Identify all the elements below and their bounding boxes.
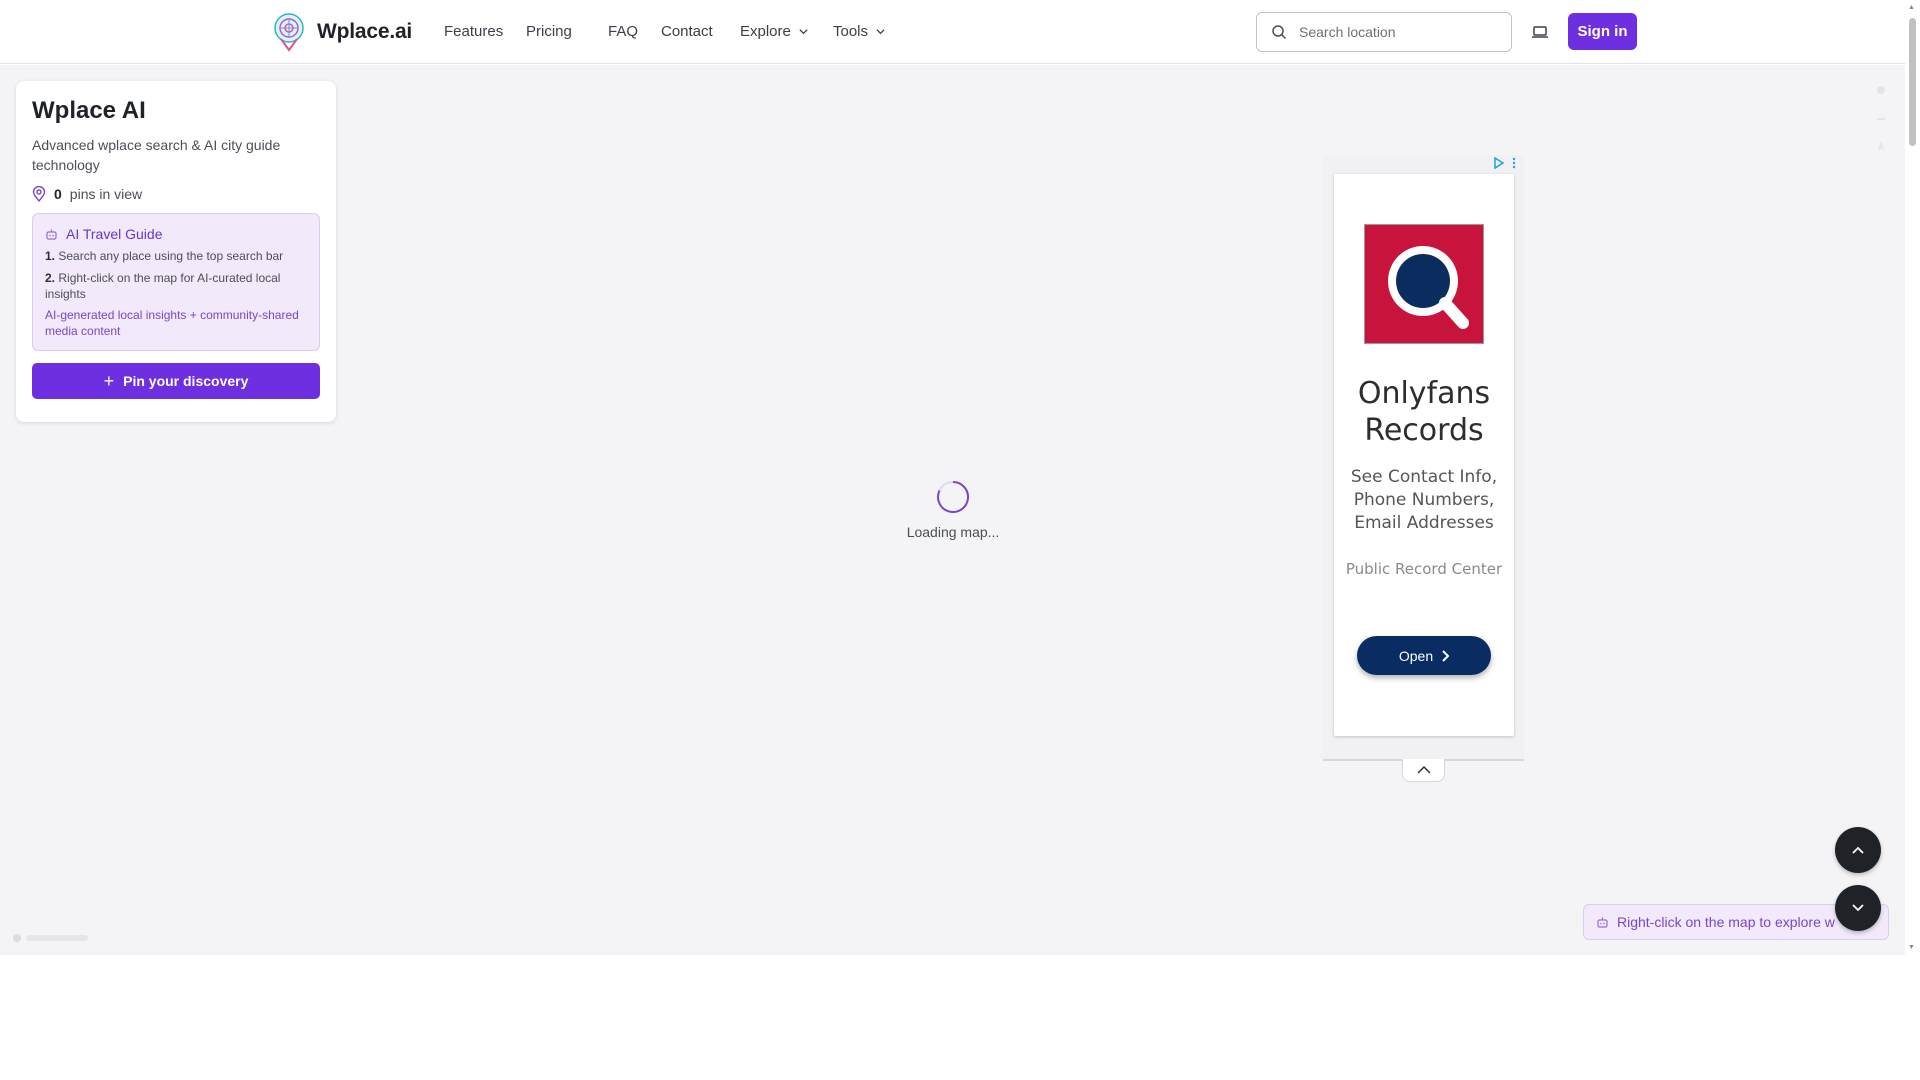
- robot-icon: [1597, 917, 1608, 928]
- search-input[interactable]: [1299, 24, 1489, 40]
- chevron-down-icon: [1852, 904, 1864, 912]
- scroll-up-button[interactable]: [1835, 827, 1881, 873]
- pins-count: 0: [54, 186, 62, 202]
- chevron-down-icon: [799, 29, 808, 35]
- pin-discovery-button[interactable]: + Pin your discovery: [32, 363, 320, 399]
- magnifier-logo-icon: [1388, 246, 1469, 329]
- guide-step-2-num: 2.: [45, 271, 56, 285]
- guide-step-1-text: Search any place using the top search ba…: [58, 249, 284, 263]
- nav-explore-label: Explore: [740, 23, 791, 40]
- logo-icon[interactable]: [271, 12, 307, 52]
- sign-in-button[interactable]: Sign in: [1568, 13, 1637, 50]
- plus-icon: +: [103, 370, 115, 391]
- ad-description: See Contact Info, Phone Numbers, Email A…: [1350, 467, 1498, 533]
- top-navbar: Wplace.ai Features Pricing FAQ Contact E…: [0, 0, 1905, 64]
- chevron-up-icon: [1852, 846, 1864, 854]
- nav-features[interactable]: Features: [444, 23, 526, 40]
- map-pin-icon: [32, 186, 46, 202]
- nav-tools-label: Tools: [833, 23, 869, 40]
- scroll-arrow-down[interactable]: ▼: [1908, 944, 1915, 951]
- scrollbar-thumb[interactable]: [1909, 18, 1916, 146]
- chevron-up-icon: [1416, 765, 1431, 774]
- nav-explore[interactable]: Explore: [740, 23, 833, 40]
- ad-title[interactable]: Onlyfans Records: [1334, 375, 1514, 449]
- laptop-icon[interactable]: [1530, 22, 1550, 42]
- ad-open-label: Open: [1398, 647, 1434, 664]
- nav-features-label: Features: [444, 23, 504, 40]
- nav-contact-label: Contact: [661, 23, 713, 40]
- nav-faq[interactable]: FAQ: [608, 23, 661, 40]
- nav-pricing[interactable]: Pricing: [526, 23, 608, 40]
- chevron-down-icon: [876, 29, 885, 35]
- ad-open-button[interactable]: Open: [1357, 636, 1491, 675]
- info-panel: Wplace AI Advanced wplace search & AI ci…: [16, 81, 336, 422]
- chevron-right-icon: [1442, 649, 1450, 662]
- scroll-arrow-up[interactable]: ▲: [1908, 4, 1915, 11]
- guide-step-2: 2. Right-click on the map for AI-curated…: [45, 270, 307, 302]
- guide-header: AI Travel Guide: [45, 226, 307, 242]
- zoom-out-icon[interactable]: [1875, 113, 1887, 125]
- loading-text: Loading map...: [906, 524, 1000, 540]
- nav-pricing-label: Pricing: [526, 23, 572, 40]
- ad-collapse-button[interactable]: [1402, 759, 1445, 782]
- guide-step-1: 1. Search any place using the top search…: [45, 248, 307, 264]
- scroll-down-button[interactable]: [1835, 885, 1881, 931]
- guide-step-1-num: 1.: [45, 249, 56, 263]
- main-nav: Features Pricing FAQ Contact Explore Too…: [444, 23, 886, 40]
- compass-icon[interactable]: [1875, 140, 1887, 152]
- nav-faq-label: FAQ: [608, 23, 639, 40]
- panel-description: Advanced wplace search & AI city guide t…: [32, 137, 281, 173]
- pins-counter: 0 pins in view: [32, 186, 320, 202]
- robot-icon: [46, 229, 57, 240]
- spinner-icon: [937, 481, 969, 513]
- ad-choices-icon[interactable]: [1492, 156, 1518, 170]
- guide-step-2-text: Right-click on the map for AI-curated lo…: [45, 271, 281, 301]
- panel-title: Wplace AI: [32, 97, 146, 124]
- location-search[interactable]: [1256, 12, 1512, 52]
- brand-name[interactable]: Wplace.ai: [317, 20, 412, 44]
- nav-tools[interactable]: Tools: [833, 23, 886, 40]
- pins-label: pins in view: [69, 186, 143, 202]
- ad-source: Public Record Center: [1345, 560, 1503, 578]
- ai-travel-guide-box: AI Travel Guide 1. Search any place usin…: [32, 213, 320, 351]
- hint-text: Right-click on the map to explore w: [1617, 914, 1835, 930]
- map-attribution: [13, 934, 88, 942]
- ad-logo[interactable]: [1364, 224, 1484, 344]
- guide-note: AI-generated local insights + community-…: [45, 308, 299, 338]
- pin-button-label: Pin your discovery: [123, 373, 249, 389]
- nav-contact[interactable]: Contact: [661, 23, 740, 40]
- search-icon: [1272, 25, 1287, 40]
- zoom-in-icon[interactable]: [1875, 84, 1887, 96]
- guide-title: AI Travel Guide: [66, 226, 163, 242]
